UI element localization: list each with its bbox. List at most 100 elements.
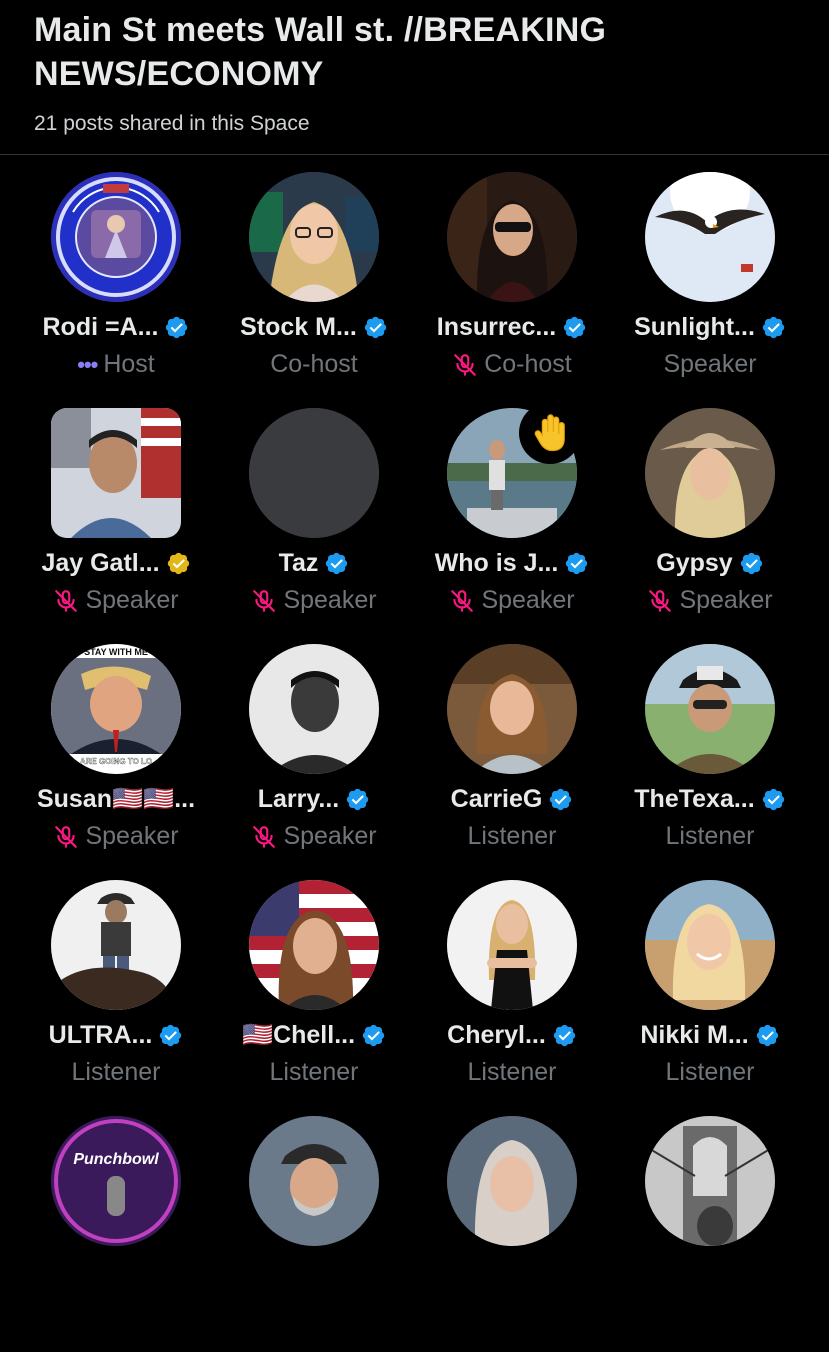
avatar-wrapper [51,880,181,1010]
participant-card[interactable]: STAY WITH ME ARE GOING TO LO Susan🇺🇸🇺🇸... S… [17,644,215,880]
participant-role: Listener [665,822,755,850]
avatar-woman[interactable] [249,172,379,302]
avatar-woman[interactable] [447,880,577,1010]
participant-name: Jay Gatl... [41,549,160,577]
participant-card[interactable]: Nikki M... Listener [611,880,809,1116]
participant-name: TheTexa... [634,785,755,813]
participant-role: Speaker [283,822,377,850]
avatar-wrapper [249,880,379,1010]
header-divider [0,154,829,155]
participant-name-row: Rodi =A... [43,313,190,342]
avatar-poster[interactable]: STAY WITH ME ARE GOING TO LO [51,644,181,774]
participant-name-row: Sunlight... [634,313,786,342]
participant-name: Taz [278,549,319,577]
avatar-placeholder[interactable] [249,408,379,538]
participant-card[interactable]: Insurrec... Co-host [413,172,611,408]
participant-card[interactable]: ULTRA... Listener [17,880,215,1116]
participant-card[interactable]: Larry... Speaker [215,644,413,880]
participant-role: Listener [71,1058,161,1086]
participant-name-row: Nikki M... [640,1021,779,1050]
participant-role: Speaker [481,586,575,614]
avatar-wrapper [645,408,775,538]
participant-card[interactable] [611,1116,809,1352]
participant-role-row: Listener [666,1058,755,1087]
participant-role: Host [103,350,155,378]
participant-role-row: ••• Host [77,350,155,379]
participant-card[interactable]: 🇺🇸Chell... Listener [215,880,413,1116]
participant-role: Speaker [679,586,773,614]
participant-card[interactable]: Stock M... Co-host [215,172,413,408]
avatar-wrapper: STAY WITH ME ARE GOING TO LO [51,644,181,774]
participant-card[interactable]: Gypsy Speaker [611,408,809,644]
avatar-punchbowl-logo[interactable]: Punchbowl [51,1116,181,1246]
participant-name: CarrieG [450,785,543,813]
verified-badge-icon [548,787,573,812]
participant-card[interactable]: Cheryl... Listener [413,880,611,1116]
verified-badge-icon [739,551,764,576]
avatar-man[interactable] [51,408,181,538]
avatar-wrapper [447,1116,577,1246]
avatar-bluehand-logo[interactable] [51,172,181,302]
host-dots-icon: ••• [77,351,98,377]
avatar-wrapper [645,644,775,774]
participant-role: Listener [467,1058,557,1086]
avatar-wrapper [51,172,181,302]
participant-name-row: Insurrec... [437,313,588,342]
participant-card[interactable]: Sunlight... Speaker [611,172,809,408]
avatar-woman[interactable] [447,644,577,774]
avatar-woman[interactable] [249,880,379,1010]
avatar-bridge[interactable] [645,1116,775,1246]
posts-shared-link[interactable]: 21 posts shared in this Space [34,112,799,136]
participant-card[interactable]: Jay Gatl... Speaker [17,408,215,644]
participant-role-row: Speaker [647,586,773,615]
participant-role: Speaker [85,822,179,850]
avatar-woman[interactable] [447,1116,577,1246]
participant-role-row: Co-host [452,350,572,379]
participant-role: Co-host [484,350,572,378]
participant-name: Nikki M... [640,1021,749,1049]
avatar-man[interactable] [249,1116,379,1246]
space-title: Main St meets Wall st. //BREAKING NEWS/E… [34,11,607,93]
avatar-man[interactable] [249,644,379,774]
verified-badge-icon [761,787,786,812]
avatar-wrapper [249,644,379,774]
verified-badge-icon [158,1023,183,1048]
participant-card[interactable] [413,1116,611,1352]
participant-name-row: TheTexa... [634,785,785,814]
participant-role-row: Speaker [53,822,179,851]
avatar-eagle[interactable] [645,172,775,302]
participant-card[interactable]: Taz Speaker [215,408,413,644]
participant-card[interactable]: CarrieG Listener [413,644,611,880]
participant-card[interactable] [215,1116,413,1352]
participant-role-row: Co-host [270,350,358,379]
participant-card[interactable]: Punchbowl [17,1116,215,1352]
participant-name: Rodi =A... [42,313,159,341]
participant-name-row: ULTRA... [49,1021,184,1050]
verified-badge-icon [552,1023,577,1048]
avatar-wrapper [447,644,577,774]
participant-role: Speaker [663,350,757,378]
avatar-woman[interactable] [645,880,775,1010]
participant-card[interactable]: TheTexa... Listener [611,644,809,880]
muted-mic-icon [53,824,79,850]
participant-role: Listener [269,1058,359,1086]
participant-role-row: Listener [468,1058,557,1087]
participant-role-row: Speaker [449,586,575,615]
participant-card[interactable]: Who is J... Speaker [413,402,611,644]
participant-role-row: Speaker [251,822,377,851]
participants-grid: Rodi =A... ••• Host Stock M... Co-host Insurr… [17,172,809,1352]
participant-name: 🇺🇸Chell... [241,1021,356,1049]
participant-card[interactable]: Rodi =A... ••• Host [17,172,215,408]
participant-role: Listener [467,822,557,850]
participant-role: Co-host [270,350,358,378]
verified-gold-badge-icon [166,551,191,576]
avatar-cowboy[interactable] [51,880,181,1010]
avatar-wrapper [447,172,577,302]
avatar-woman[interactable] [447,172,577,302]
avatar-man[interactable] [645,644,775,774]
verified-badge-icon [324,551,349,576]
avatar-wrapper [645,1116,775,1246]
participant-name: Insurrec... [436,313,557,341]
participant-name-row: Gypsy [656,549,763,578]
avatar-woman[interactable] [645,408,775,538]
